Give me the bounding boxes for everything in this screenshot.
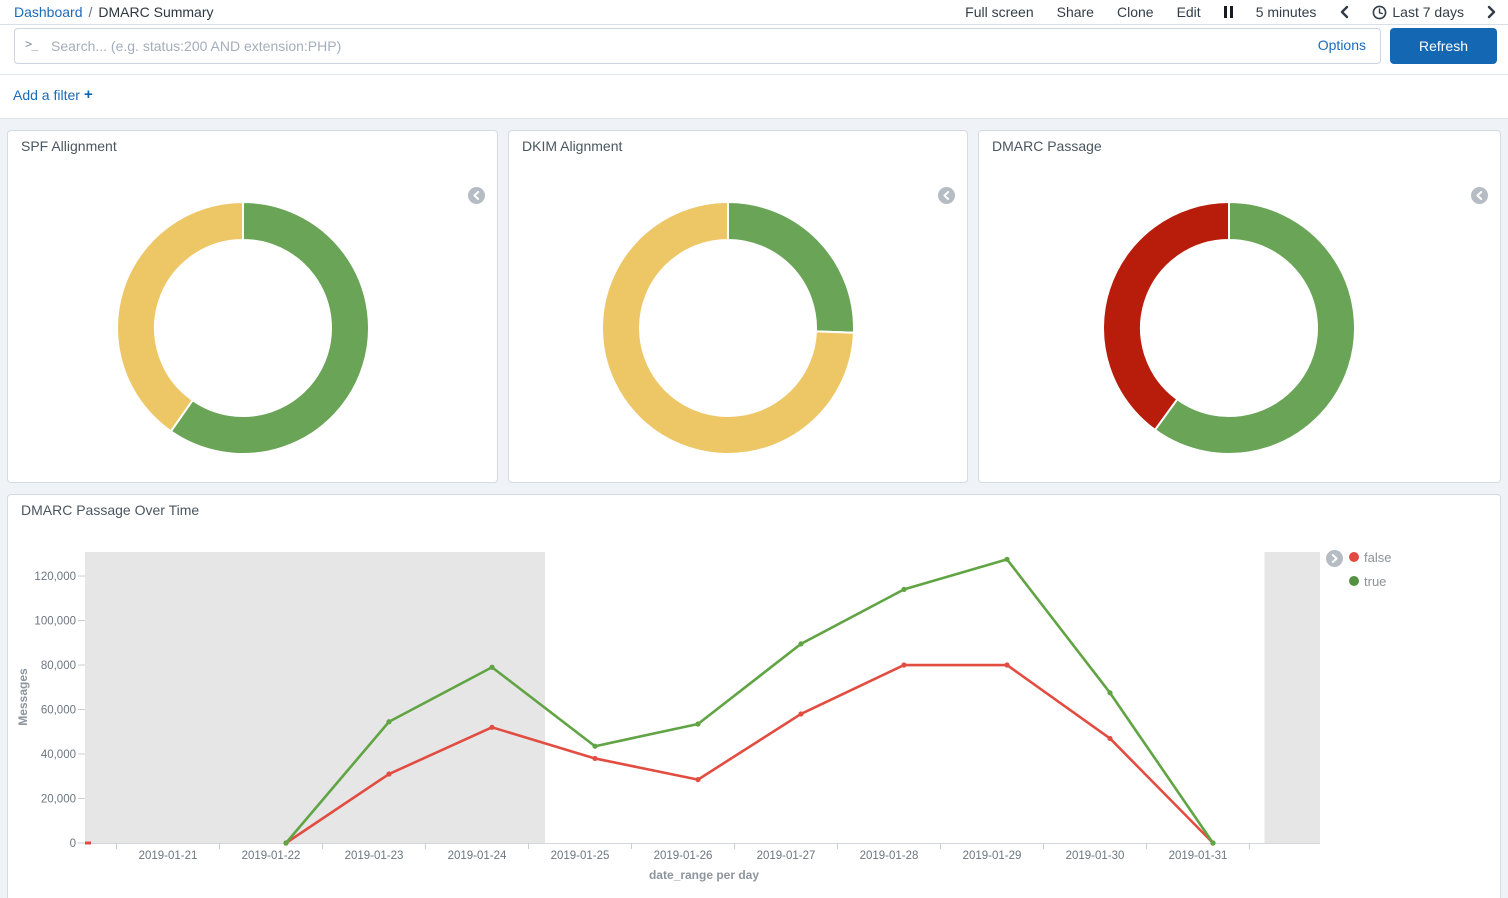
- svg-text:date_range per day: date_range per day: [649, 868, 759, 882]
- time-range-label: Last 7 days: [1392, 4, 1464, 20]
- svg-text:2019-01-21: 2019-01-21: [139, 850, 198, 862]
- legend-collapse-icon[interactable]: [1326, 550, 1343, 567]
- panel-title: SPF Allignment: [21, 138, 117, 154]
- full-screen-button[interactable]: Full screen: [965, 4, 1033, 20]
- svg-text:2019-01-31: 2019-01-31: [1169, 850, 1228, 862]
- svg-text:2019-01-23: 2019-01-23: [345, 850, 404, 862]
- refresh-button[interactable]: Refresh: [1390, 28, 1497, 64]
- svg-text:40,000: 40,000: [41, 749, 76, 761]
- search-input[interactable]: [14, 28, 1381, 64]
- query-bar: >_ Options Refresh: [0, 25, 1508, 75]
- panel-title: DKIM Alignment: [522, 138, 622, 154]
- svg-text:60,000: 60,000: [41, 704, 76, 716]
- time-range-picker[interactable]: Last 7 days: [1372, 4, 1464, 20]
- legend-label: true: [1364, 574, 1386, 589]
- filter-bar: Add a filter +: [0, 75, 1508, 119]
- breadcrumb-dashboard-link[interactable]: Dashboard: [14, 4, 83, 20]
- svg-text:20,000: 20,000: [41, 793, 76, 805]
- add-filter-button[interactable]: Add a filter +: [13, 86, 93, 103]
- plus-icon: +: [84, 86, 93, 103]
- svg-text:Messages: Messages: [16, 667, 30, 725]
- dmarc-over-time-line-chart[interactable]: 0 20,000 40,000 60,000 80,000 100,000 120,000 2…: [8, 495, 1500, 898]
- svg-text:2019-01-30: 2019-01-30: [1066, 850, 1125, 862]
- options-link[interactable]: Options: [1318, 37, 1366, 53]
- svg-text:0: 0: [70, 838, 76, 850]
- pause-refresh-icon[interactable]: [1224, 5, 1233, 19]
- time-forward-chevron-icon[interactable]: [1487, 5, 1497, 19]
- svg-text:2019-01-22: 2019-01-22: [242, 850, 301, 862]
- clock-icon: [1372, 5, 1387, 20]
- panel-title: DMARC Passage: [992, 138, 1102, 154]
- edit-button[interactable]: Edit: [1177, 4, 1201, 20]
- svg-text:100,000: 100,000: [34, 615, 76, 627]
- terminal-prompt-icon: >_: [25, 37, 37, 51]
- time-back-chevron-icon[interactable]: [1339, 5, 1349, 19]
- legend-collapse-icon[interactable]: [1471, 187, 1488, 204]
- panel-dmarc-over-time: DMARC Passage Over Time false true 0 20,0…: [7, 494, 1501, 898]
- dashboard-grid: SPF Allignment DKIM Alignment DMARC Pass…: [0, 119, 1508, 898]
- breadcrumb-separator: /: [89, 4, 93, 20]
- svg-text:2019-01-24: 2019-01-24: [448, 850, 507, 862]
- spf-donut-chart[interactable]: [8, 131, 497, 482]
- clone-button[interactable]: Clone: [1117, 4, 1154, 20]
- svg-text:2019-01-25: 2019-01-25: [551, 850, 610, 862]
- breadcrumb: Dashboard / DMARC Summary: [14, 4, 214, 20]
- legend-dot-false: [1349, 552, 1359, 562]
- add-filter-label: Add a filter: [13, 87, 80, 103]
- svg-text:2019-01-26: 2019-01-26: [654, 850, 713, 862]
- panel-spf-alignment: SPF Allignment: [7, 130, 498, 483]
- legend-collapse-icon[interactable]: [938, 187, 955, 204]
- legend-collapse-icon[interactable]: [468, 187, 485, 204]
- panel-dkim-alignment: DKIM Alignment: [508, 130, 968, 483]
- legend-item-false[interactable]: false: [1349, 550, 1391, 565]
- svg-text:2019-01-27: 2019-01-27: [757, 850, 816, 862]
- legend-item-true[interactable]: true: [1349, 574, 1391, 589]
- svg-text:2019-01-29: 2019-01-29: [963, 850, 1022, 862]
- chart-legend: false true: [1349, 550, 1391, 598]
- svg-text:120,000: 120,000: [34, 571, 76, 583]
- panel-title: DMARC Passage Over Time: [21, 502, 199, 518]
- dkim-donut-chart[interactable]: [509, 131, 967, 482]
- svg-text:2019-01-28: 2019-01-28: [860, 850, 919, 862]
- top-nav-bar: Dashboard / DMARC Summary Full screen Sh…: [0, 0, 1508, 25]
- legend-dot-true: [1349, 576, 1359, 586]
- top-menu: Full screen Share Clone Edit 5 minutes L…: [965, 4, 1497, 20]
- share-button[interactable]: Share: [1057, 4, 1094, 20]
- page-title: DMARC Summary: [98, 4, 213, 20]
- panel-dmarc-passage: DMARC Passage: [978, 130, 1501, 483]
- dmarc-donut-chart[interactable]: [979, 131, 1500, 482]
- refresh-interval-button[interactable]: 5 minutes: [1256, 4, 1317, 20]
- svg-text:80,000: 80,000: [41, 660, 76, 672]
- legend-label: false: [1364, 550, 1391, 565]
